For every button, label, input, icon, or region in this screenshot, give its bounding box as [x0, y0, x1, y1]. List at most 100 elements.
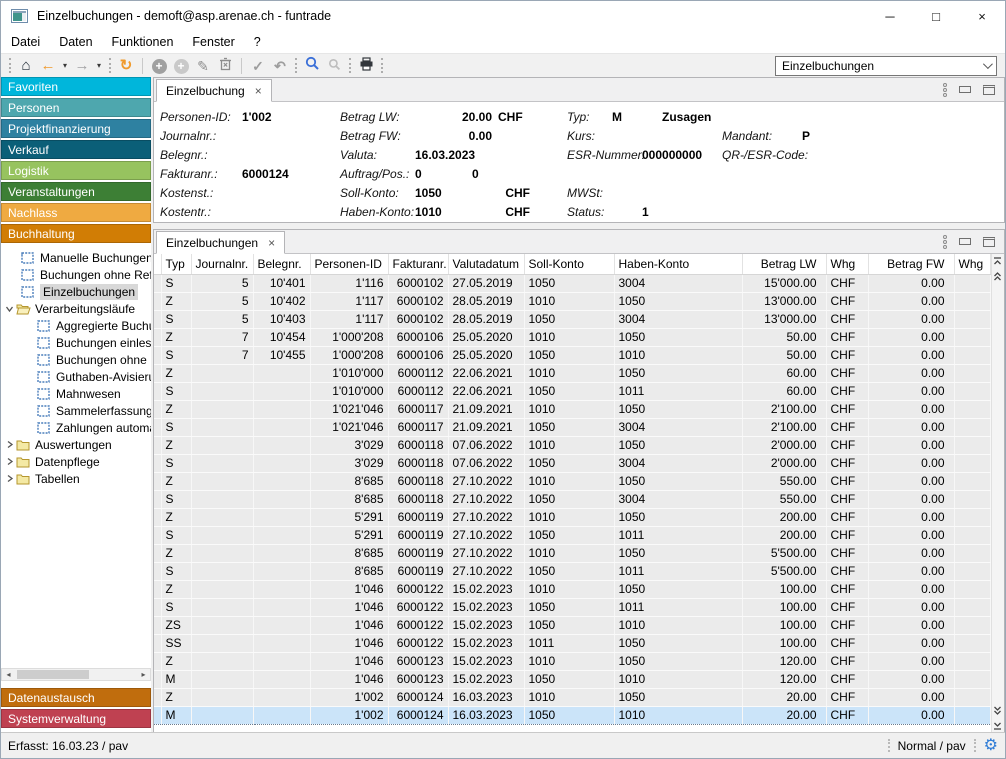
pos-value[interactable]: 0: [472, 167, 479, 181]
forward-dropdown-icon[interactable]: ▾: [93, 55, 105, 77]
pane-grip-icon[interactable]: [943, 82, 947, 97]
chevron-right-icon[interactable]: [3, 474, 16, 483]
pane-minimize-icon[interactable]: [959, 86, 971, 93]
column-header-belegnr-2[interactable]: Belegnr.: [253, 254, 310, 274]
tree-item-guthaben-avisierun[interactable]: Guthaben-Avisierun: [1, 368, 151, 385]
pane-minimize-icon[interactable]: [959, 238, 971, 245]
sidebar-section-systemverwaltung[interactable]: Systemverwaltung: [1, 709, 151, 728]
edit-icon[interactable]: ✎: [192, 55, 214, 77]
table-row[interactable]: Z8'685600011927.10.2022101010505'500.00C…: [154, 544, 990, 562]
sidebar-section-datenaustausch[interactable]: Datenaustausch: [1, 688, 151, 707]
home-icon[interactable]: ⌂: [15, 55, 37, 77]
table-row[interactable]: S710'4551'000'208600010625.05.2020105010…: [154, 346, 990, 364]
table-row[interactable]: S3'029600011807.06.2022105030042'000.00C…: [154, 454, 990, 472]
sidebar-section-nachlass[interactable]: Nachlass: [1, 203, 151, 222]
table-row[interactable]: Z3'029600011807.06.2022101010502'000.00C…: [154, 436, 990, 454]
mandant-value[interactable]: P: [802, 129, 810, 143]
table-row[interactable]: S8'685600011827.10.202210503004550.00CHF…: [154, 490, 990, 508]
column-header-haben-konto-7[interactable]: Haben-Konto: [614, 254, 742, 274]
scroll-left-icon[interactable]: ◂: [2, 669, 15, 680]
close-icon[interactable]: ×: [268, 236, 275, 250]
view-selector-combobox[interactable]: Einzelbuchungen: [775, 56, 997, 76]
close-icon[interactable]: ×: [255, 84, 262, 98]
sidebar-section-personen[interactable]: Personen: [1, 98, 151, 117]
column-header-personen-id-3[interactable]: Personen-ID: [310, 254, 388, 274]
pane-maximize-icon[interactable]: [983, 237, 995, 247]
tree-item-verarbeitungsläufe[interactable]: Verarbeitungsläufe: [1, 300, 151, 317]
tab-einzelbuchung[interactable]: Einzelbuchung ×: [156, 79, 272, 102]
window-close-icon[interactable]: ×: [959, 1, 1005, 31]
table-row[interactable]: M1'046600012315.02.202310501010120.00CHF…: [154, 670, 990, 688]
chevron-down-icon[interactable]: [3, 305, 16, 313]
add-icon[interactable]: +: [148, 55, 170, 77]
search-icon[interactable]: [301, 55, 323, 77]
tree-item-auswertungen[interactable]: Auswertungen: [1, 436, 151, 453]
search-secondary-icon[interactable]: [323, 55, 345, 77]
status-value[interactable]: 1: [642, 205, 649, 219]
fakturanr-value[interactable]: 6000124: [242, 167, 289, 181]
table-row[interactable]: Z710'4541'000'208600010625.05.2020101010…: [154, 328, 990, 346]
table-vertical-scrollbar[interactable]: [991, 254, 1004, 733]
table-row[interactable]: Z1'021'046600011721.09.2021101010502'100…: [154, 400, 990, 418]
scroll-to-bottom-icon[interactable]: [992, 718, 1004, 733]
window-minimize-icon[interactable]: ─: [867, 1, 913, 31]
menu-item-funktionen[interactable]: Funktionen: [103, 32, 183, 52]
back-icon[interactable]: ←: [37, 55, 59, 77]
esr-nummer-value[interactable]: 000000000: [642, 148, 702, 162]
scroll-to-top-icon[interactable]: [992, 254, 1004, 269]
tree-item-manuelle-buchungen[interactable]: Manuelle Buchungen: [1, 249, 151, 266]
tree-item-sammelerfassung-s[interactable]: Sammelerfassung S: [1, 402, 151, 419]
tree-item-zahlungen-automat[interactable]: Zahlungen automat: [1, 419, 151, 436]
betrag-fw-value[interactable]: 0.00: [415, 129, 492, 143]
tree-item-buchungen-ohne-r[interactable]: Buchungen ohne R: [1, 351, 151, 368]
sidebar-section-verkauf[interactable]: Verkauf: [1, 140, 151, 159]
print-icon[interactable]: [355, 55, 377, 77]
column-header-typ-0[interactable]: Typ: [161, 254, 191, 274]
tree-item-datenpflege[interactable]: Datenpflege: [1, 453, 151, 470]
add-secondary-icon[interactable]: +: [170, 55, 192, 77]
menu-item-help[interactable]: ?: [245, 32, 270, 52]
column-header-betrag-lw-8[interactable]: Betrag LW: [742, 254, 826, 274]
table-row[interactable]: M1'002600012416.03.20231050101020.00CHF0…: [154, 706, 990, 724]
menu-item-fenster[interactable]: Fenster: [183, 32, 243, 52]
chevron-right-icon[interactable]: [3, 440, 16, 449]
tree-item-einzelbuchungen[interactable]: Einzelbuchungen: [1, 283, 151, 300]
table-row[interactable]: S1'010'000600011222.06.20211050101160.00…: [154, 382, 990, 400]
table-row[interactable]: ZS1'046600012215.02.202310501010100.00CH…: [154, 616, 990, 634]
gear-icon[interactable]: ⚙: [984, 738, 998, 754]
tree-item-tabellen[interactable]: Tabellen: [1, 470, 151, 487]
typ-value[interactable]: M: [612, 110, 622, 124]
column-header-whg-11[interactable]: Whg: [954, 254, 990, 274]
valuta-value[interactable]: 16.03.2023: [415, 148, 475, 162]
sidebar-horizontal-scrollbar[interactable]: ◂ ▸: [1, 668, 151, 681]
sidebar-section-veranstaltungen[interactable]: Veranstaltungen: [1, 182, 151, 201]
refresh-icon[interactable]: ↻: [115, 55, 137, 77]
tree-item-mahnwesen[interactable]: Mahnwesen: [1, 385, 151, 402]
table-row[interactable]: S1'021'046600011721.09.2021105030042'100…: [154, 418, 990, 436]
scrollbar-thumb[interactable]: [17, 670, 89, 679]
column-header-whg-9[interactable]: Whg: [826, 254, 868, 274]
auftrag-value[interactable]: 0: [415, 167, 422, 181]
confirm-icon[interactable]: ✓: [247, 55, 269, 77]
tree-item-buchungen-einlese[interactable]: Buchungen einlese: [1, 334, 151, 351]
column-header-betrag-fw-10[interactable]: Betrag FW: [868, 254, 954, 274]
sidebar-section-projektfinanzierung[interactable]: Projektfinanzierung: [1, 119, 151, 138]
menu-item-daten[interactable]: Daten: [50, 32, 101, 52]
table-row[interactable]: S8'685600011927.10.2022105010115'500.00C…: [154, 562, 990, 580]
menu-item-datei[interactable]: Datei: [2, 32, 49, 52]
table-row[interactable]: Z510'4021'117600010228.05.20191010105013…: [154, 292, 990, 310]
sidebar-section-buchhaltung[interactable]: Buchhaltung: [1, 224, 151, 243]
table-row[interactable]: Z1'002600012416.03.20231010105020.00CHF0…: [154, 688, 990, 706]
tab-einzelbuchungen[interactable]: Einzelbuchungen ×: [156, 231, 285, 254]
table-row[interactable]: Z1'010'000600011222.06.20211010105060.00…: [154, 364, 990, 382]
betrag-lw-value[interactable]: 20.00: [415, 110, 492, 124]
table-row[interactable]: Z1'046600012215.02.202310101050100.00CHF…: [154, 580, 990, 598]
table-row[interactable]: Z5'291600011927.10.202210101050200.00CHF…: [154, 508, 990, 526]
column-header-journalnr-1[interactable]: Journalnr.: [191, 254, 253, 274]
column-header-soll-konto-6[interactable]: Soll-Konto: [524, 254, 614, 274]
back-dropdown-icon[interactable]: ▾: [59, 55, 71, 77]
window-maximize-icon[interactable]: □: [913, 1, 959, 31]
table-row[interactable]: Z1'046600012315.02.202310101050120.00CHF…: [154, 652, 990, 670]
scroll-right-icon[interactable]: ▸: [137, 669, 150, 680]
undo-icon[interactable]: ↶: [269, 55, 291, 77]
